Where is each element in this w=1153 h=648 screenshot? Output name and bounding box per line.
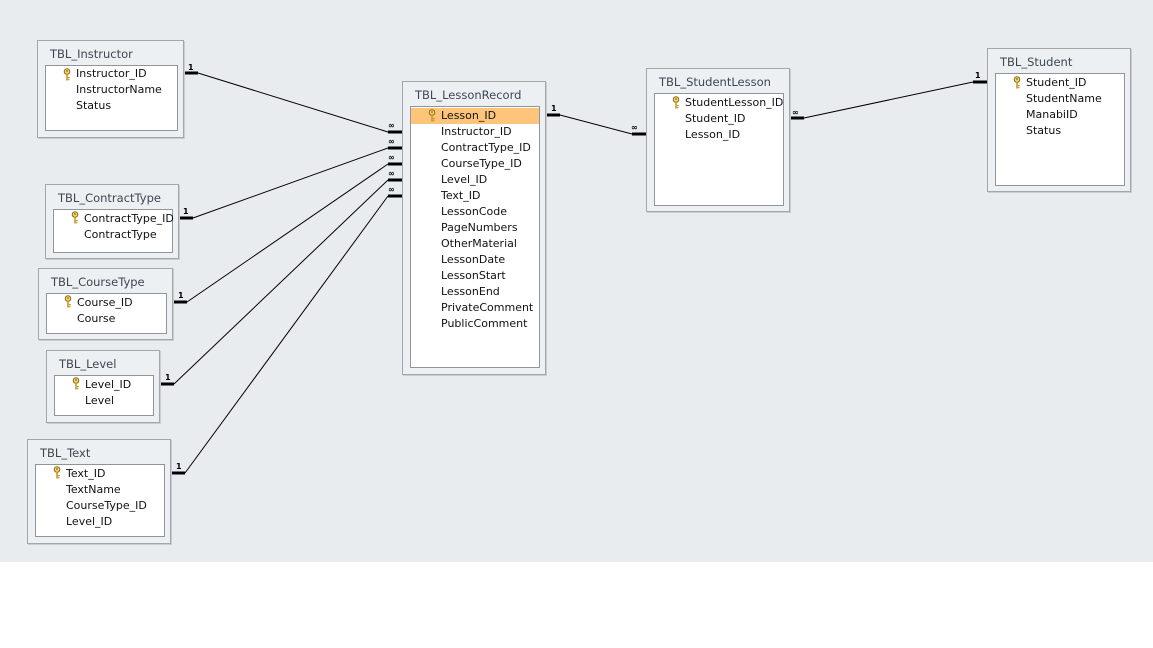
- field-list[interactable]: Text_ID TextName CourseType_ID Level_ID: [35, 464, 165, 537]
- field-row[interactable]: ContractType: [84, 227, 157, 243]
- cardinality-many-label: ∞: [388, 153, 395, 162]
- cardinality-many-label: ∞: [388, 121, 395, 130]
- key-icon: [672, 96, 680, 109]
- field-row[interactable]: Instructor_ID: [76, 66, 147, 82]
- connector: [173, 179, 389, 385]
- field-row[interactable]: Course_ID: [77, 295, 133, 311]
- field-row[interactable]: Text_ID: [66, 466, 105, 482]
- field-list[interactable]: Level_ID Level: [54, 375, 154, 416]
- field-row[interactable]: ContractType_ID: [84, 211, 174, 227]
- field-list[interactable]: Course_ID Course: [46, 293, 167, 334]
- field-row[interactable]: Status: [1026, 123, 1061, 139]
- table-title: TBL_Text: [40, 446, 91, 460]
- field-row[interactable]: StudentName: [1026, 91, 1102, 107]
- relationship-line[interactable]: 1∞: [173, 153, 402, 304]
- connector: [559, 114, 633, 135]
- key-icon: [53, 466, 61, 479]
- field-row[interactable]: PrivateComment: [441, 300, 533, 316]
- key-icon: [71, 211, 79, 224]
- field-row[interactable]: PageNumbers: [441, 220, 518, 236]
- field-row[interactable]: Text_ID: [441, 188, 480, 204]
- field-row[interactable]: CourseType_ID: [66, 498, 147, 514]
- field-row[interactable]: Level_ID: [441, 172, 487, 188]
- relationship-line[interactable]: 1∞: [546, 104, 646, 136]
- field-list[interactable]: Student_ID StudentName ManabiID Status: [995, 73, 1125, 186]
- cardinality-many-label: ∞: [631, 123, 638, 132]
- cardinality-one-label: 1: [183, 207, 189, 216]
- field-row[interactable]: StudentLesson_ID: [685, 95, 783, 111]
- cardinality-many-label: ∞: [388, 169, 395, 178]
- field-row[interactable]: Level: [85, 393, 114, 409]
- table-title: TBL_Student: [1000, 55, 1073, 69]
- cardinality-many-label: ∞: [388, 185, 395, 194]
- field-row[interactable]: LessonEnd: [441, 284, 500, 300]
- field-row[interactable]: CourseType_ID: [441, 156, 522, 172]
- connector: [803, 81, 974, 119]
- key-icon: [72, 377, 80, 390]
- relationship-line[interactable]: 1∞: [184, 63, 402, 134]
- key-icon: [1013, 76, 1021, 89]
- field-row[interactable]: ManabiID: [1026, 107, 1078, 123]
- field-row[interactable]: ContractType_ID: [441, 140, 531, 156]
- field-row[interactable]: InstructorName: [76, 82, 162, 98]
- field-row[interactable]: Student_ID: [1026, 75, 1087, 91]
- field-row[interactable]: Level_ID: [85, 377, 131, 393]
- field-row[interactable]: LessonStart: [441, 268, 506, 284]
- table-title: TBL_Level: [59, 357, 117, 371]
- field-row[interactable]: Student_ID: [685, 111, 746, 127]
- relationship-line[interactable]: 1∞: [171, 185, 402, 475]
- cardinality-one-label: 1: [975, 71, 981, 80]
- table-title: TBL_ContractType: [58, 191, 161, 205]
- table-student-lesson[interactable]: TBL_StudentLesson StudentLesson_ID Stude…: [646, 68, 790, 212]
- relationship-line[interactable]: 1∞: [160, 169, 402, 386]
- table-contract-type[interactable]: TBL_ContractType ContractType_ID Contrac…: [45, 184, 179, 259]
- connector: [197, 72, 389, 133]
- field-row[interactable]: TextName: [66, 482, 121, 498]
- table-title: TBL_StudentLesson: [659, 75, 771, 89]
- table-instructor[interactable]: TBL_Instructor Instructor_ID InstructorN…: [37, 40, 184, 138]
- field-list[interactable]: Instructor_ID InstructorName Status: [45, 65, 178, 131]
- connector: [186, 163, 389, 303]
- cardinality-many-label: ∞: [388, 137, 395, 146]
- field-row[interactable]: Lesson_ID: [685, 127, 740, 143]
- table-title: TBL_Instructor: [50, 47, 133, 61]
- cardinality-one-label: 1: [178, 291, 184, 300]
- table-course-type[interactable]: TBL_CourseType Course_ID Course: [38, 268, 173, 340]
- cardinality-one-label: 1: [165, 373, 171, 382]
- table-title: TBL_CourseType: [51, 275, 145, 289]
- key-icon: [64, 295, 72, 308]
- field-row[interactable]: Course: [77, 311, 115, 327]
- field-list[interactable]: ContractType_ID ContractType: [53, 209, 174, 253]
- field-row[interactable]: PublicComment: [441, 316, 527, 332]
- cardinality-one-label: 1: [188, 63, 194, 72]
- field-row[interactable]: Status: [76, 98, 111, 114]
- field-list[interactable]: StudentLesson_ID Student_ID Lesson_ID: [654, 93, 784, 206]
- key-icon: [63, 68, 71, 81]
- cardinality-one-label: 1: [176, 462, 182, 471]
- field-row[interactable]: Level_ID: [66, 514, 112, 530]
- table-text[interactable]: TBL_Text Text_ID TextName CourseType_ID …: [27, 439, 171, 544]
- table-level[interactable]: TBL_Level Level_ID Level: [46, 350, 160, 423]
- cardinality-one-label: 1: [551, 104, 557, 113]
- table-title: TBL_LessonRecord: [415, 88, 522, 102]
- table-lesson-record[interactable]: TBL_LessonRecord Lesson_ID Instructor_ID…: [402, 81, 546, 375]
- connector: [184, 195, 389, 474]
- relationships-canvas: 1 ∞ 1 ∞ 1 ∞ 1 ∞ 1 ∞ 1 ∞ 1 ∞ TBL_Instructor Instructor…: [0, 0, 1153, 562]
- field-list[interactable]: Lesson_ID Instructor_ID ContractType_ID …: [410, 106, 540, 368]
- relationship-line[interactable]: 1∞: [790, 71, 987, 120]
- table-student[interactable]: TBL_Student Student_ID StudentName Manab…: [987, 48, 1131, 192]
- key-icon: [428, 109, 436, 122]
- cardinality-many-label: ∞: [792, 108, 799, 117]
- field-row[interactable]: LessonCode: [441, 204, 507, 220]
- field-row[interactable]: OtherMaterial: [441, 236, 517, 252]
- field-row[interactable]: Instructor_ID: [441, 124, 512, 140]
- field-row[interactable]: LessonDate: [441, 252, 505, 268]
